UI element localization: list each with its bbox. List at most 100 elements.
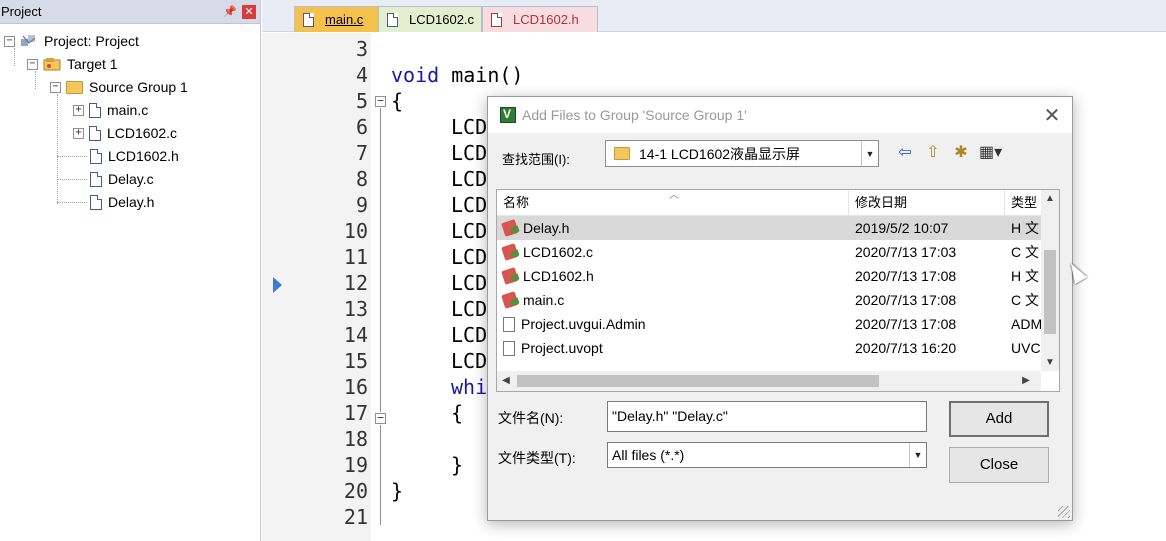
code-keyword: void (391, 63, 440, 87)
line-number: 3 (355, 37, 368, 61)
line-number: 8 (355, 167, 368, 191)
tree-item-file[interactable]: + main.c (73, 100, 148, 120)
line-number: 17 (343, 401, 368, 425)
chevron-down-icon[interactable]: ▼ (861, 141, 878, 166)
tree-item-file[interactable]: + LCD1602.c (73, 123, 177, 143)
code-line: { (391, 89, 404, 113)
tree-item-target[interactable]: − Target 1 (27, 54, 118, 74)
line-number: 6 (355, 115, 368, 139)
code-line: whi (451, 375, 488, 399)
code-line: { (451, 401, 464, 425)
file-date: 2019/5/2 10:07 (855, 220, 949, 236)
keil-file-icon (501, 219, 519, 237)
code-line: LCD (451, 141, 488, 165)
file-type: UVC (1011, 340, 1041, 356)
tree-item-file[interactable]: Delay.c (90, 169, 154, 189)
tree-item-source-group[interactable]: − Source Group 1 (50, 77, 188, 97)
close-icon[interactable]: ✕ (242, 4, 256, 19)
expand-icon[interactable]: + (73, 127, 84, 139)
line-number: 9 (355, 193, 368, 217)
file-row[interactable]: Project.uvgui.Admin 2020/7/13 17:08 ADM (497, 312, 1042, 336)
tab-label: LCD1602.c (409, 12, 475, 27)
file-list-header: ︿ 名称 修改日期 类型 (497, 190, 1041, 216)
file-row[interactable]: Project.uvopt 2020/7/13 16:20 UVC (497, 336, 1041, 360)
horizontal-scrollbar[interactable]: ◀ ▶ (497, 371, 1041, 391)
file-type: C 文 (1011, 244, 1039, 260)
file-row[interactable]: Delay.h 2019/5/2 10:07 H 文 (497, 216, 1041, 240)
file-name-label: 文件名(N): (498, 410, 564, 426)
file-name: Delay.h (523, 220, 570, 236)
file-row[interactable]: main.c 2020/7/13 17:08 C 文 (497, 288, 1041, 312)
tree-item-label: Target 1 (67, 56, 118, 72)
file-type: H 文 (1011, 268, 1039, 284)
project-panel-title: Project (1, 4, 42, 19)
tree-item-file[interactable]: LCD1602.h (90, 146, 179, 166)
scroll-thumb[interactable] (517, 375, 879, 387)
file-icon (90, 171, 102, 187)
tree-line (57, 202, 87, 203)
expand-icon[interactable]: + (73, 104, 84, 116)
vertical-scrollbar[interactable]: ▲ ▼ (1041, 190, 1059, 371)
chevron-down-icon[interactable]: ▼ (909, 443, 926, 467)
collapse-icon[interactable]: − (27, 58, 38, 70)
file-icon (491, 12, 502, 27)
look-in-label: 查找范围(I): (502, 152, 570, 167)
file-row[interactable]: LCD1602.h 2020/7/13 17:08 H 文 (497, 264, 1041, 288)
fold-collapse-icon[interactable]: − (375, 412, 386, 424)
scroll-thumb[interactable] (1044, 250, 1056, 334)
tab-lcd1602-c[interactable]: LCD1602.c (378, 6, 482, 32)
file-date: 2020/7/13 17:03 (855, 244, 957, 260)
code-line: LCD (451, 219, 488, 243)
tab-label: main.c (325, 12, 364, 27)
line-number: 10 (343, 219, 368, 243)
up-folder-icon[interactable]: ⇧ (923, 142, 943, 162)
scroll-right-icon[interactable]: ▶ (1017, 371, 1035, 391)
file-row[interactable]: LCD1602.c 2020/7/13 17:03 C 文 (497, 240, 1041, 264)
dialog-title-bar[interactable]: Add Files to Group 'Source Group 1' ✕ (488, 97, 1072, 133)
code-line: LCD (451, 297, 488, 321)
new-folder-icon[interactable]: ✱ (951, 142, 971, 162)
tree-item-file[interactable]: Delay.h (90, 192, 154, 212)
scroll-up-icon[interactable]: ▲ (1041, 190, 1059, 207)
scroll-left-icon[interactable]: ◀ (497, 371, 515, 391)
fold-collapse-icon[interactable]: − (375, 95, 386, 107)
look-in-dropdown[interactable]: 14-1 LCD1602液晶显示屏 ▼ (605, 140, 879, 167)
file-name-input[interactable]: "Delay.h" "Delay.c" (607, 401, 927, 432)
document-icon (503, 340, 515, 356)
column-date[interactable]: 修改日期 (849, 190, 1005, 216)
column-name[interactable]: 名称 (497, 190, 849, 216)
code-line: LCD (451, 323, 488, 347)
file-type-label: 文件类型(T): (498, 450, 576, 466)
tree-item-project[interactable]: − Project: Project (4, 31, 139, 51)
code-line: LCD (451, 193, 488, 217)
view-menu-icon[interactable]: ▦▾ (979, 142, 1002, 162)
column-type[interactable]: 类型 (1005, 190, 1045, 216)
code-line: } (451, 453, 464, 477)
code-line: LCD (451, 167, 488, 191)
file-date: 2020/7/13 17:08 (855, 292, 957, 308)
code-line: LCD (451, 271, 488, 295)
collapse-icon[interactable]: − (4, 35, 15, 47)
file-type-dropdown[interactable]: All files (*.*) ▼ (607, 442, 927, 468)
tree-line (57, 179, 87, 180)
tree-item-label: Project: Project (44, 33, 139, 49)
code-line: LCD (451, 115, 488, 139)
tab-lcd1602-h[interactable]: LCD1602.h (482, 6, 598, 32)
collapse-icon[interactable]: − (50, 81, 61, 93)
project-panel: Project 📌 ✕ − Project: Project − Target … (0, 0, 261, 541)
close-icon[interactable]: ✕ (1032, 103, 1072, 128)
line-number: 19 (343, 453, 368, 477)
line-number: 4 (355, 63, 368, 87)
resize-grip-icon[interactable] (1058, 506, 1070, 518)
line-number: 7 (355, 141, 368, 165)
file-type: C 文 (1011, 292, 1039, 308)
add-button[interactable]: Add (949, 401, 1049, 437)
scroll-down-icon[interactable]: ▼ (1041, 354, 1059, 371)
file-type-value: All files (*.*) (612, 447, 685, 463)
file-list[interactable]: ︿ 名称 修改日期 类型 Delay.h 2019/5/2 10:07 H 文 … (496, 189, 1060, 392)
pin-icon[interactable]: 📌 (222, 5, 238, 18)
tab-label: LCD1602.h (513, 12, 579, 27)
close-button[interactable]: Close (949, 447, 1049, 483)
back-icon[interactable]: ⇦ (895, 142, 915, 162)
dialog-title: Add Files to Group 'Source Group 1' (522, 107, 747, 123)
